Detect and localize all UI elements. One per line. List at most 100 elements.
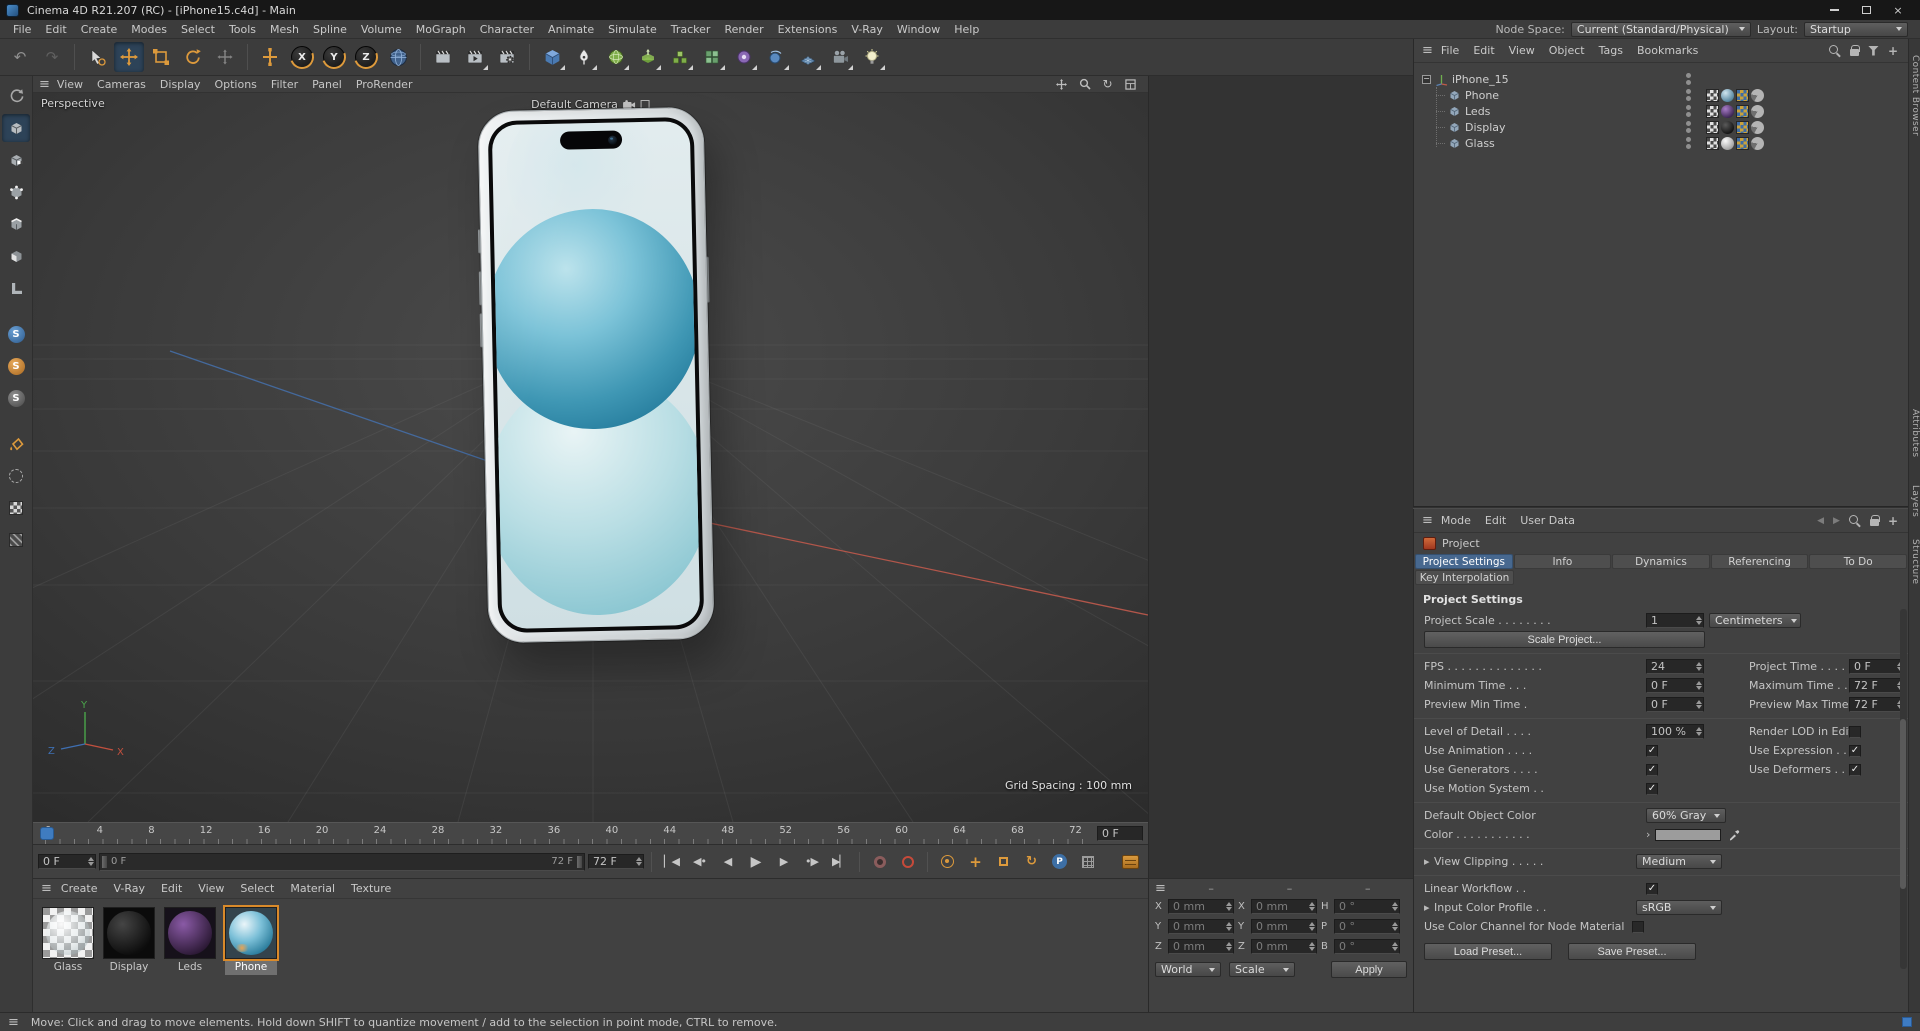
panel-menu-icon[interactable]: ≡ bbox=[41, 882, 52, 895]
record-scale-toggle[interactable] bbox=[991, 850, 1016, 873]
minimize-button[interactable] bbox=[1818, 0, 1850, 20]
phong-tag-icon[interactable] bbox=[1751, 136, 1764, 150]
om-menu-view[interactable]: View bbox=[1503, 44, 1541, 57]
play-button[interactable]: ▶ bbox=[743, 850, 768, 873]
mat-menu-create[interactable]: Create bbox=[54, 882, 105, 895]
scale-project-button[interactable]: Scale Project... bbox=[1424, 631, 1705, 648]
make-editable-button[interactable] bbox=[2, 82, 30, 110]
phong-tag-icon[interactable] bbox=[1751, 104, 1764, 118]
viewport-solo-off-button[interactable] bbox=[2, 462, 30, 490]
side-tab-layers[interactable]: Layers bbox=[1910, 485, 1920, 517]
add-icon[interactable]: + bbox=[1888, 45, 1898, 57]
menu-character[interactable]: Character bbox=[473, 23, 541, 36]
snap-modes-button[interactable]: S bbox=[2, 352, 30, 380]
mat-menu-view[interactable]: View bbox=[191, 882, 231, 895]
tree-row-display[interactable]: Display bbox=[1414, 119, 1908, 135]
range-start-grip[interactable] bbox=[102, 855, 107, 868]
render-to-picture-viewer-button[interactable] bbox=[460, 42, 490, 72]
default-object-color-dropdown[interactable]: 60% Gray bbox=[1646, 808, 1726, 823]
position-y-field[interactable]: 0 mm bbox=[1168, 918, 1234, 934]
size-x-field[interactable]: 0 mm bbox=[1251, 898, 1317, 914]
coordinate-system-toggle[interactable] bbox=[383, 42, 413, 72]
previous-frame-button[interactable]: ◀ bbox=[715, 850, 740, 873]
material-tag-icon[interactable] bbox=[1721, 136, 1734, 150]
project-time-field[interactable]: 0 F bbox=[1849, 659, 1905, 674]
vp-menu-display[interactable]: Display bbox=[153, 78, 208, 91]
viewport-solo-hierarchy-button[interactable] bbox=[2, 526, 30, 554]
tab-project-settings[interactable]: Project Settings bbox=[1415, 554, 1513, 569]
menu-edit[interactable]: Edit bbox=[38, 23, 73, 36]
expander-icon[interactable]: − bbox=[1422, 74, 1431, 84]
add-icon[interactable]: + bbox=[1888, 515, 1898, 527]
record-rotation-toggle[interactable]: ↻ bbox=[1019, 850, 1044, 873]
current-frame-marker[interactable] bbox=[40, 827, 54, 840]
tab-key-interpolation[interactable]: Key Interpolation bbox=[1415, 570, 1514, 585]
use-animation-checkbox[interactable]: ✓ bbox=[1646, 744, 1658, 757]
extrude-generator-menu[interactable] bbox=[633, 42, 663, 72]
material-thumbnail-glass[interactable] bbox=[42, 907, 94, 959]
enable-snap-button[interactable]: S bbox=[2, 320, 30, 348]
goto-end-button[interactable]: ▶▏ bbox=[827, 850, 852, 873]
eyedropper-icon[interactable] bbox=[1728, 829, 1740, 841]
rotation-h-field[interactable]: 0 ° bbox=[1334, 898, 1400, 914]
search-icon[interactable] bbox=[1828, 44, 1841, 57]
tree-row-leds[interactable]: Leds bbox=[1414, 103, 1908, 119]
render-view-button[interactable] bbox=[428, 42, 458, 72]
material-thumbnail-leds[interactable] bbox=[164, 907, 216, 959]
om-menu-tags[interactable]: Tags bbox=[1593, 44, 1629, 57]
light-menu[interactable] bbox=[857, 42, 887, 72]
edit-render-settings-button[interactable] bbox=[492, 42, 522, 72]
tree-row-phone[interactable]: Phone bbox=[1414, 87, 1908, 103]
menu-mesh[interactable]: Mesh bbox=[263, 23, 306, 36]
close-button[interactable]: × bbox=[1882, 0, 1914, 20]
material-item[interactable]: Glass bbox=[41, 907, 95, 975]
record-position-toggle[interactable]: + bbox=[963, 850, 988, 873]
menu-window[interactable]: Window bbox=[890, 23, 947, 36]
maximum-time-field[interactable]: 72 F bbox=[1849, 678, 1905, 693]
simulate-menu[interactable] bbox=[761, 42, 791, 72]
iphone-model[interactable] bbox=[477, 106, 715, 644]
scale-tool[interactable] bbox=[146, 42, 176, 72]
panel-menu-icon[interactable]: ≡ bbox=[1422, 44, 1433, 57]
vp-menu-prorender[interactable]: ProRender bbox=[349, 78, 420, 91]
tree-row-glass[interactable]: Glass bbox=[1414, 135, 1908, 151]
menu-extensions[interactable]: Extensions bbox=[771, 23, 845, 36]
uvw-tag-icon[interactable] bbox=[1736, 104, 1749, 118]
rotate-tool[interactable] bbox=[178, 42, 208, 72]
om-menu-object[interactable]: Object bbox=[1543, 44, 1591, 57]
point-mode-button[interactable] bbox=[2, 178, 30, 206]
end-frame-field[interactable]: 72 F bbox=[588, 854, 644, 869]
size-y-field[interactable]: 0 mm bbox=[1251, 918, 1317, 934]
tree-row-iphone15[interactable]: − iPhone_15 bbox=[1414, 71, 1908, 87]
menu-vray[interactable]: V-Ray bbox=[844, 23, 890, 36]
preview-min-time-field[interactable]: 0 F bbox=[1646, 697, 1704, 712]
color-swatch[interactable] bbox=[1655, 828, 1722, 841]
vp-menu-panel[interactable]: Panel bbox=[305, 78, 349, 91]
history-back-icon[interactable]: ◀ bbox=[1817, 516, 1824, 526]
om-menu-bookmarks[interactable]: Bookmarks bbox=[1631, 44, 1704, 57]
menu-help[interactable]: Help bbox=[947, 23, 986, 36]
edge-mode-button[interactable] bbox=[2, 210, 30, 238]
goto-start-button[interactable]: ▏◀ bbox=[659, 850, 684, 873]
visibility-dots[interactable] bbox=[1686, 137, 1691, 149]
history-forward-icon[interactable]: ▶ bbox=[1833, 516, 1840, 526]
fps-field[interactable]: 24 bbox=[1646, 659, 1704, 674]
use-deformers-checkbox[interactable]: ✓ bbox=[1849, 763, 1861, 776]
lock-icon[interactable] bbox=[1849, 44, 1860, 56]
am-menu-userdata[interactable]: User Data bbox=[1514, 514, 1581, 527]
vp-menu-view[interactable]: View bbox=[50, 78, 90, 91]
material-thumbnail-display[interactable] bbox=[103, 907, 155, 959]
input-color-profile-dropdown[interactable]: sRGB bbox=[1636, 900, 1722, 915]
record-keyframe-button[interactable] bbox=[867, 850, 892, 873]
use-generators-checkbox[interactable]: ✓ bbox=[1646, 763, 1658, 776]
timeline-options-button[interactable] bbox=[1118, 850, 1143, 873]
group-expander-icon[interactable]: ▸ bbox=[1424, 901, 1434, 914]
side-tab-content-browser[interactable]: Content Browser bbox=[1910, 55, 1920, 136]
position-x-field[interactable]: 0 mm bbox=[1168, 898, 1234, 914]
uvw-tag-icon[interactable] bbox=[1736, 136, 1749, 150]
rotate-view-icon[interactable]: ↻ bbox=[1100, 77, 1115, 92]
next-key-button[interactable]: •▶ bbox=[799, 850, 824, 873]
load-preset-button[interactable]: Load Preset... bbox=[1424, 943, 1552, 960]
menu-modes[interactable]: Modes bbox=[124, 23, 174, 36]
phong-tag-icon[interactable] bbox=[1751, 88, 1764, 102]
